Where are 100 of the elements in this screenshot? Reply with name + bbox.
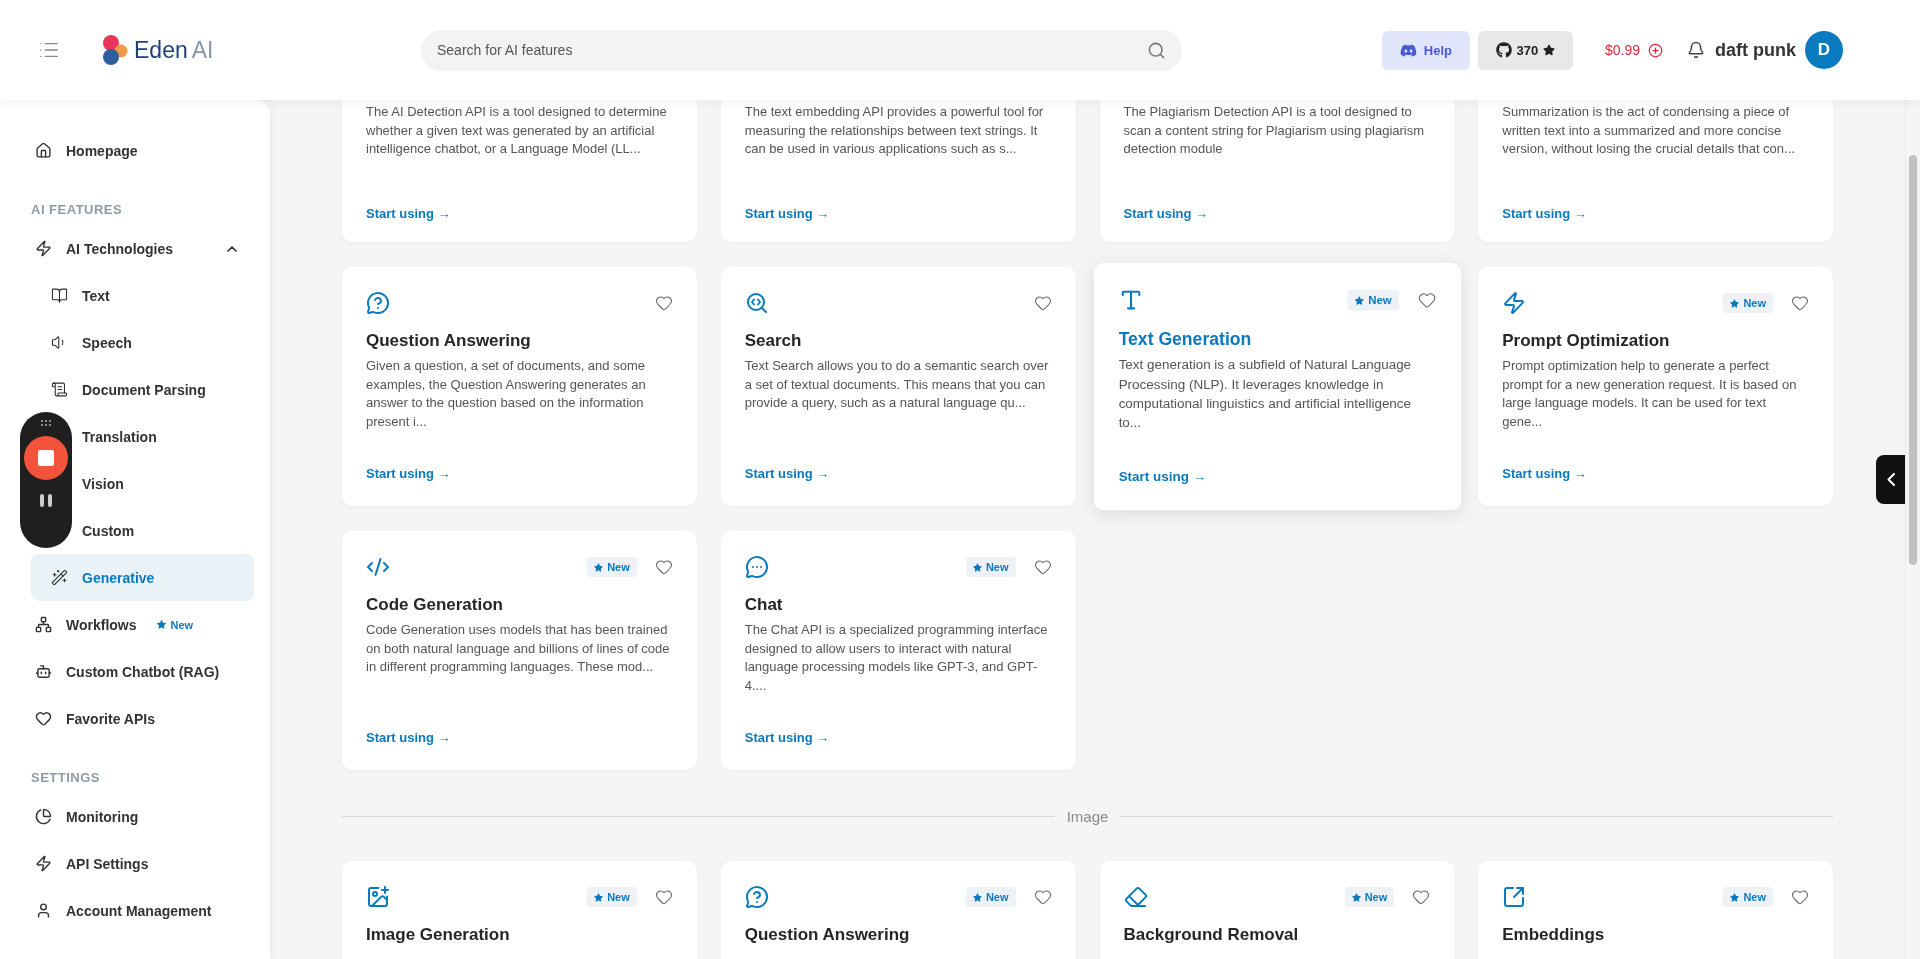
nav-subitem[interactable]: Custom xyxy=(82,522,135,539)
bell-icon[interactable] xyxy=(1687,41,1705,59)
card-description: Text Search allows you to do a semantic search over a set of textual documents. This means that you can provide a query, such as a natural language qu... xyxy=(744,357,1050,412)
card-description: Summarization is the act of condensing a piece of written text into a summarized and more concise version, without losing the crucial details that con... xyxy=(1502,103,1796,158)
nav-item[interactable]: Homepage xyxy=(31,127,254,174)
collapse-tab[interactable] xyxy=(1876,455,1905,504)
drag-handle-icon[interactable] xyxy=(41,420,51,426)
image-plus-icon xyxy=(366,885,390,909)
new-badge: New xyxy=(1723,887,1773,907)
scroll-icon xyxy=(50,381,68,398)
nav-label: Monitoring xyxy=(66,808,139,825)
new-badge: New xyxy=(965,887,1016,907)
feature-card[interactable]: New Code Generation Code Generation uses models that has been trained on both natural language and billions of lines of code in different programming languages. These mod... Start using → xyxy=(342,531,697,770)
card-description: Text generation is a subfield of Natural Language Processing (NLP). It leverages knowledge in computational linguistics and artificial intelligence to... xyxy=(1118,356,1412,432)
search-field[interactable]: Search for AI features xyxy=(421,29,1182,71)
feature-card[interactable]: New Embeddings xyxy=(1478,861,1833,959)
book-icon xyxy=(50,287,68,304)
nav-subitem[interactable]: Speech xyxy=(82,334,132,351)
start-using-link[interactable]: Start using → xyxy=(1123,206,1208,221)
heart-icon[interactable] xyxy=(1412,888,1431,906)
question-bubble-icon xyxy=(744,885,769,909)
heart-icon[interactable] xyxy=(1033,294,1052,312)
github-icon xyxy=(1495,42,1512,58)
feature-card[interactable]: New Chat The Chat API is a specialized programming interface designed to allow users to interact with natural language processing models like GPT-3, and GPT-4.... Start using → xyxy=(720,531,1076,770)
nav-item[interactable]: Monitoring xyxy=(31,793,254,840)
eraser-icon xyxy=(1123,885,1148,909)
github-stars-button[interactable]: 370 xyxy=(1477,30,1573,70)
search-icon xyxy=(744,291,769,315)
card-title: Chat xyxy=(744,595,784,615)
heart-icon[interactable] xyxy=(1791,294,1809,312)
lightning-icon xyxy=(34,240,52,257)
card-description: The text embedding API provides a powerful tool for measuring the relationships between text strings. It can be used in various applications such as s... xyxy=(744,103,1045,158)
feature-card[interactable]: New Prompt Optimization Prompt optimization help to generate a perfect prompt for a new generation request. It is based on large language models. It can be used for text gene... Start using → xyxy=(1478,267,1833,506)
avatar[interactable]: D xyxy=(1805,31,1843,69)
card-title: Question Answering xyxy=(744,925,911,945)
feature-card[interactable]: Question Answering Given a question, a set of documents, and some examples, the Question Answering generates an answer to the question based on the information present i... Start using → xyxy=(342,267,697,506)
nav-subitem[interactable]: Document Parsing xyxy=(82,381,206,398)
star-icon xyxy=(1543,44,1556,56)
nav-subitem[interactable]: Generative xyxy=(82,569,155,586)
start-using-link[interactable]: Start using → xyxy=(1502,466,1587,481)
heart-icon xyxy=(34,710,52,727)
feature-card[interactable]: New Text Generation Text generation is a subfield of Natural Language Processing (NLP). It leverages knowledge in computational linguistics and artificial intelligence to... Start using → xyxy=(1093,262,1461,511)
question-bubble-icon xyxy=(366,291,390,315)
nav-item[interactable]: Custom Chatbot (RAG) xyxy=(31,648,254,695)
search-icon xyxy=(1147,40,1166,60)
card-description: Given a question, a set of documents, and some examples, the Question Answering generates an answer to the question based on the information present i... xyxy=(366,357,647,431)
feature-card[interactable]: New Image Generation xyxy=(342,861,697,959)
new-badge: New xyxy=(1344,887,1395,907)
section-heading: SETTINGS xyxy=(31,769,101,787)
lightning-icon xyxy=(1502,291,1527,315)
start-using-link[interactable]: Start using → xyxy=(366,466,451,481)
card-description: The Plagiarism Detection API is a tool designed to scan a content string for Plagiarism using plagiarism detection module xyxy=(1123,103,1426,158)
nav-label: Custom Chatbot (RAG) xyxy=(66,663,220,680)
home-icon xyxy=(34,142,52,159)
nav-subitem[interactable]: Vision xyxy=(82,475,124,492)
feature-card[interactable]: New Background Removal xyxy=(1099,861,1455,959)
feature-card[interactable]: Search Text Search allows you to do a semantic search over a set of textual documents. This means that you can provide a query, such as a natural language qu... Start using → xyxy=(720,267,1076,506)
new-badge: New xyxy=(1723,293,1773,313)
heart-icon[interactable] xyxy=(1417,290,1436,310)
pie-chart-icon xyxy=(34,808,52,825)
logo-text: AI xyxy=(191,36,214,64)
start-using-link[interactable]: Start using → xyxy=(1118,468,1206,485)
add-credit-icon[interactable] xyxy=(1648,42,1663,58)
start-using-link[interactable]: Start using → xyxy=(744,206,830,221)
start-using-link[interactable]: Start using → xyxy=(366,730,451,745)
nav-label: Account Management xyxy=(66,902,212,919)
nav-subitem[interactable]: Translation xyxy=(82,428,157,445)
heart-icon[interactable] xyxy=(654,294,673,312)
heart-icon[interactable] xyxy=(1033,558,1052,576)
card-description: Code Generation uses models that has been trained on both natural language and billions of lines of code in different programming languages. These mod... xyxy=(366,621,671,676)
start-using-link[interactable]: Start using → xyxy=(1502,206,1587,221)
feature-card[interactable]: New Question Answering xyxy=(720,861,1076,959)
pause-button[interactable] xyxy=(40,494,52,507)
scrollbar[interactable] xyxy=(1905,100,1920,959)
nav-item[interactable]: API Settings xyxy=(31,840,254,887)
lightning-icon xyxy=(34,855,52,872)
heart-icon[interactable] xyxy=(1033,888,1052,906)
magic-wand-icon xyxy=(50,569,68,586)
robot-icon xyxy=(34,663,52,680)
credit-balance: $0.99 xyxy=(1604,42,1640,58)
nav-item[interactable]: Favorite APIs xyxy=(31,695,254,742)
chevron-left-icon xyxy=(1886,473,1895,486)
nav-subitem[interactable]: Text xyxy=(82,287,110,304)
section-divider-label: Image xyxy=(1066,808,1109,825)
start-using-link[interactable]: Start using → xyxy=(366,206,451,221)
heart-icon[interactable] xyxy=(654,888,673,906)
card-title: Image Generation xyxy=(366,925,511,945)
nav-label: Homepage xyxy=(66,142,138,159)
nav-item[interactable]: Workflows New xyxy=(31,601,254,648)
logo-text: Eden xyxy=(134,36,188,64)
nav-group[interactable]: AI Technologies xyxy=(31,225,254,272)
help-button[interactable]: Help xyxy=(1381,30,1470,70)
nav-item[interactable]: Account Management xyxy=(31,887,254,934)
start-using-link[interactable]: Start using → xyxy=(744,466,830,481)
heart-icon[interactable] xyxy=(654,558,673,576)
start-using-link[interactable]: Start using → xyxy=(744,730,830,745)
card-title: Search xyxy=(744,331,803,351)
heart-icon[interactable] xyxy=(1791,888,1809,906)
new-badge: New xyxy=(587,887,637,907)
stop-button[interactable] xyxy=(24,436,68,480)
